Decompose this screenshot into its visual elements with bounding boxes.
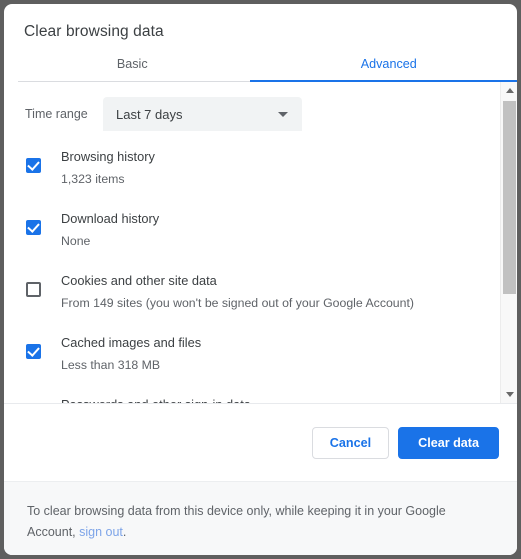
list-item-cached-images[interactable]: Cached images and files Less than 318 MB bbox=[4, 322, 500, 384]
clear-browsing-data-dialog: Clear browsing data Basic Advanced Time … bbox=[4, 4, 517, 555]
item-sublabel: 1,323 items bbox=[61, 172, 125, 186]
settings-list: Time range Last 7 days Browsing history … bbox=[4, 82, 500, 403]
scrollbar-thumb[interactable] bbox=[503, 101, 516, 294]
footer-note: To clear browsing data from this device … bbox=[4, 481, 517, 555]
scroll-down-arrow-icon[interactable] bbox=[501, 386, 517, 403]
item-sublabel: Less than 318 MB bbox=[61, 358, 161, 372]
sign-out-link[interactable]: sign out bbox=[79, 525, 123, 539]
time-range-value: Last 7 days bbox=[116, 106, 183, 122]
checkbox-cookies[interactable] bbox=[26, 282, 41, 297]
list-item-passwords[interactable]: Passwords and other sign-in data 1 passw… bbox=[4, 384, 500, 403]
item-label: Download history bbox=[61, 211, 160, 226]
item-label: Passwords and other sign-in data bbox=[61, 395, 251, 403]
item-sublabel: None bbox=[61, 234, 91, 248]
list-item-cookies[interactable]: Cookies and other site data From 149 sit… bbox=[4, 260, 500, 322]
tab-basic[interactable]: Basic bbox=[4, 50, 261, 82]
item-label: Cookies and other site data bbox=[61, 273, 217, 288]
chevron-down-icon bbox=[278, 111, 288, 117]
settings-scroll-region: Time range Last 7 days Browsing history … bbox=[4, 82, 517, 404]
cancel-button[interactable]: Cancel bbox=[311, 426, 390, 459]
time-range-label: Time range bbox=[25, 107, 88, 121]
dialog-actions: Cancel Clear data bbox=[4, 404, 517, 481]
checkbox-browsing-history[interactable] bbox=[26, 158, 41, 173]
clear-data-button[interactable]: Clear data bbox=[398, 426, 499, 459]
checkbox-download-history[interactable] bbox=[26, 220, 41, 235]
tab-bar: Basic Advanced bbox=[4, 50, 517, 82]
page-title: Clear browsing data bbox=[24, 23, 164, 40]
time-range-row: Time range Last 7 days bbox=[4, 92, 500, 136]
footer-text-after: . bbox=[122, 525, 127, 539]
list-item-browsing-history[interactable]: Browsing history 1,323 items bbox=[4, 136, 500, 198]
scrollbar[interactable] bbox=[500, 82, 517, 403]
list-item-download-history[interactable]: Download history None bbox=[4, 198, 500, 260]
tab-advanced[interactable]: Advanced bbox=[261, 50, 518, 82]
item-label: Browsing history bbox=[61, 149, 155, 164]
item-sublabel: From 149 sites (you won't be signed out … bbox=[61, 296, 415, 310]
scroll-up-arrow-icon[interactable] bbox=[501, 82, 517, 99]
checkbox-cached-images[interactable] bbox=[26, 344, 41, 359]
item-label: Cached images and files bbox=[61, 335, 202, 350]
time-range-select[interactable]: Last 7 days bbox=[103, 97, 302, 131]
